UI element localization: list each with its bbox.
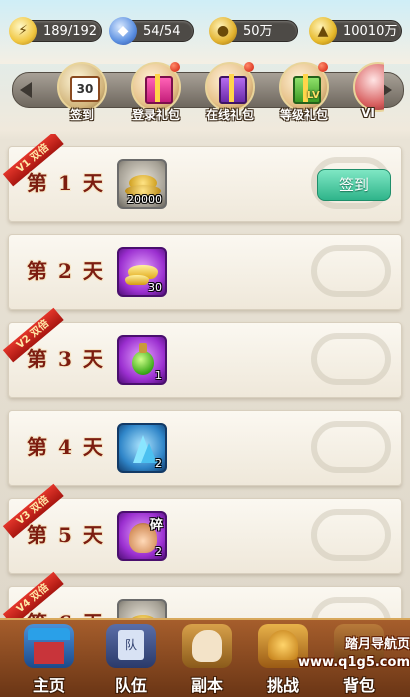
day-label: 第 2 天: [27, 259, 105, 283]
nav-home[interactable]: 主页: [14, 620, 84, 697]
list-item: V3 双倍 第 5 天 碎 2: [2, 483, 402, 574]
scroll-left-arrow[interactable]: [20, 82, 32, 98]
hero-fragment-icon[interactable]: 碎 2: [117, 511, 167, 561]
tab-level-gift[interactable]: LV 等级礼包: [276, 60, 332, 124]
nav-team[interactable]: 队 队伍: [96, 620, 166, 697]
day-label: 第 5 天: [27, 523, 105, 547]
energy-counter[interactable]: ⚡ 189/192: [9, 17, 102, 45]
tab-login-gift[interactable]: 登录礼包: [128, 60, 184, 124]
gem-counter[interactable]: ◆ 54/54: [109, 17, 194, 45]
list-item: 第 4 天 2: [8, 410, 402, 486]
crystal-icon[interactable]: 2: [117, 423, 167, 473]
tab-label: 登录礼包: [131, 108, 180, 122]
day-label: 第 4 天: [27, 435, 105, 459]
gem-icon: ◆: [109, 17, 137, 45]
tab-label: 签到: [69, 108, 94, 122]
nav-label: 主页: [32, 676, 65, 695]
day-label: 第 1 天: [27, 171, 105, 195]
notification-dot: [244, 62, 254, 72]
coin-pile-icon[interactable]: 20000: [117, 159, 167, 209]
energy-value: 189/192: [43, 24, 98, 39]
gold-ingot-icon[interactable]: 30: [117, 247, 167, 297]
nav-label: 队伍: [114, 676, 147, 695]
palace-icon: [24, 624, 74, 668]
calendar-icon: 30: [57, 62, 107, 112]
notification-dot: [170, 62, 180, 72]
day-label: 第 3 天: [27, 347, 105, 371]
lightning-icon: ⚡: [9, 17, 37, 45]
coin-value: 50万: [243, 24, 273, 39]
tab-signin[interactable]: 30 签到: [54, 60, 110, 124]
vip-icon: [353, 62, 384, 112]
tab-vip[interactable]: VI: [350, 60, 384, 124]
ingot-value: 10010万: [343, 24, 398, 39]
ingot-counter[interactable]: ▲ 10010万: [309, 17, 402, 45]
ingot-icon: ▲: [309, 17, 337, 45]
resource-bar: ⚡ 189/192 ◆ 54/54 ● 50万 ▲ 10010万: [0, 0, 410, 64]
tab-label: VI: [361, 106, 375, 120]
signin-reward-list[interactable]: V1 双倍 第 1 天 20000 签到 第 2 天 30 V2 双倍 第 3 …: [0, 134, 410, 634]
horse-icon: [182, 624, 232, 668]
list-item: 第 2 天 30: [8, 234, 402, 310]
tab-label: 在线礼包: [205, 108, 254, 122]
banner-icon: 队: [106, 624, 156, 668]
notification-dot: [318, 62, 328, 72]
list-item: V1 双倍 第 1 天 20000 签到: [2, 134, 402, 222]
coin-counter[interactable]: ● 50万: [209, 17, 298, 45]
tab-label: 等级礼包: [279, 108, 328, 122]
tab-online-gift[interactable]: 在线礼包: [202, 60, 258, 124]
gem-value: 54/54: [143, 24, 181, 39]
fragment-tag: 碎: [149, 518, 163, 533]
nav-label: 副本: [190, 676, 223, 695]
coin-icon: ●: [209, 17, 237, 45]
list-item: V2 双倍 第 3 天 1: [2, 307, 402, 398]
nav-dungeon[interactable]: 副本: [172, 620, 242, 697]
signin-button[interactable]: 签到: [317, 169, 391, 201]
watermark: 踏月导航页 www.q1g5.com: [298, 637, 410, 670]
potion-bottle-icon[interactable]: 1: [117, 335, 167, 385]
